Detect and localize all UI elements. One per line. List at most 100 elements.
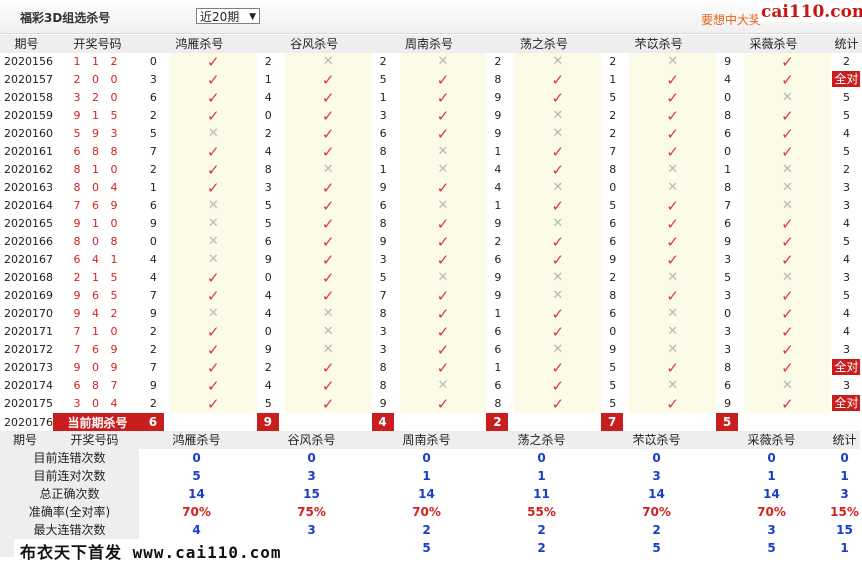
kill-number: 2 <box>379 55 387 68</box>
check-icon: ✓ <box>284 215 372 233</box>
current-kill-number: 5 <box>716 413 739 431</box>
kill-number: 8 <box>609 163 617 176</box>
kill-number-table: 期号 开奖号码 鸿雁杀号 谷风杀号 周南杀号 荡之杀号 芣苡杀号 采薇杀号 统计 2 0 2 0 1 5 6… <box>0 35 862 432</box>
check-icon: ✓ <box>744 107 831 125</box>
period-id: 2020159 <box>0 107 53 125</box>
kill-number: 5 <box>609 361 617 374</box>
kill-number: 7 <box>149 289 157 302</box>
cross-icon: ✕ <box>629 377 717 395</box>
brand-logo[interactable]: cai110.com <box>758 2 862 22</box>
stat-value: 1 <box>422 469 431 483</box>
promo-link[interactable]: 要想中大奖 <box>701 11 761 28</box>
stat-value: 4 <box>192 523 201 537</box>
column-header: 谷风杀号 <box>254 431 369 449</box>
check-icon: ✓ <box>169 341 257 359</box>
kill-number: 4 <box>494 163 502 176</box>
kill-number: 6 <box>724 127 732 140</box>
kill-number: 1 <box>379 163 387 176</box>
kill-number: 7 <box>609 145 617 158</box>
stat-label: 目前连错次数 <box>0 449 139 467</box>
kill-number: 2 <box>609 55 617 68</box>
check-icon: ✓ <box>399 125 487 143</box>
column-header: 统计 <box>829 431 860 449</box>
kill-number: 6 <box>379 127 387 140</box>
row-total: 3 <box>842 181 850 194</box>
kill-number: 9 <box>264 253 272 266</box>
cross-icon: ✕ <box>169 197 257 215</box>
cross-icon: ✕ <box>514 215 602 233</box>
period-id: 2020157 <box>0 71 53 89</box>
kill-number: 9 <box>379 181 387 194</box>
check-icon: ✓ <box>399 71 487 89</box>
kill-number: 4 <box>264 289 272 302</box>
stats-header-row: 期号 开奖号码 鸿雁杀号 谷风杀号 周南杀号 荡之杀号 芣苡杀号 采薇杀号 统计 <box>0 431 860 449</box>
spacer <box>514 413 601 432</box>
stat-value: 1 <box>537 469 546 483</box>
table-row: 2020165 9 1 0 9 ✕ 5 ✓ 8 ✓ 9 ✕ 6 ✓ 6 ✓ 4 <box>0 215 862 233</box>
check-icon: ✓ <box>284 359 372 377</box>
stat-value: 3 <box>767 523 776 537</box>
check-icon: ✓ <box>514 143 602 161</box>
check-icon: ✓ <box>514 359 602 377</box>
row-total: 4 <box>842 307 850 320</box>
kill-number: 9 <box>724 397 732 410</box>
table-header-row: 期号 开奖号码 鸿雁杀号 谷风杀号 周南杀号 荡之杀号 芣苡杀号 采薇杀号 统计 <box>0 35 862 53</box>
stat-value: 3 <box>652 469 661 483</box>
check-icon: ✓ <box>629 125 717 143</box>
cross-icon: ✕ <box>399 143 487 161</box>
row-total: 5 <box>842 289 850 302</box>
cross-icon: ✕ <box>169 305 257 323</box>
kill-number: 6 <box>609 307 617 320</box>
draw-numbers: 7 6 9 <box>73 199 122 212</box>
column-header: 开奖号码 <box>50 431 139 449</box>
row-total: 3 <box>842 379 850 392</box>
row-total: 4 <box>842 127 850 140</box>
current-kill-cell: 7 <box>601 413 629 432</box>
spacer <box>400 413 487 432</box>
kill-number: 0 <box>724 307 732 320</box>
kill-number: 6 <box>379 199 387 212</box>
check-icon: ✓ <box>169 107 257 125</box>
cross-icon: ✕ <box>399 269 487 287</box>
kill-number: 5 <box>264 397 272 410</box>
kill-number: 0 <box>264 325 272 338</box>
table-row: 2020172 7 6 9 2 ✓ 9 ✕ 3 ✓ 6 ✕ 9 ✕ 3 ✓ 3 <box>0 341 862 359</box>
kill-number: 8 <box>379 307 387 320</box>
kill-number: 9 <box>609 253 617 266</box>
kill-number: 6 <box>609 217 617 230</box>
kill-number: 2 <box>264 55 272 68</box>
kill-number: 8 <box>724 109 732 122</box>
check-icon: ✓ <box>629 143 717 161</box>
kill-number: 3 <box>379 109 387 122</box>
kill-number: 4 <box>149 271 157 284</box>
stat-value: 14 <box>763 487 780 501</box>
check-icon: ✓ <box>284 179 372 197</box>
draw-numbers: 6 8 7 <box>73 379 122 392</box>
table-row: 2020159 9 1 5 2 ✓ 0 ✓ 3 ✓ 9 ✕ 2 ✓ 8 ✓ 5 <box>0 107 862 125</box>
check-icon: ✓ <box>629 71 717 89</box>
column-header: 统计 <box>830 35 862 53</box>
stat-value: 55% <box>527 505 556 519</box>
spacer <box>744 413 831 432</box>
row-total: 5 <box>842 235 850 248</box>
cross-icon: ✕ <box>629 305 717 323</box>
stat-label: 最大连错次数 <box>0 521 139 539</box>
check-icon: ✓ <box>744 233 831 251</box>
kill-number: 9 <box>494 271 502 284</box>
check-icon: ✓ <box>744 215 831 233</box>
stat-value: 70% <box>412 505 441 519</box>
check-icon: ✓ <box>284 143 372 161</box>
cross-icon: ✕ <box>284 341 372 359</box>
period-select[interactable]: 近20期 ▼ <box>196 8 260 24</box>
check-icon: ✓ <box>284 197 372 215</box>
current-kill-number: 6 <box>141 413 164 431</box>
kill-number: 8 <box>494 397 502 410</box>
current-kill-cell: 2 <box>486 413 514 432</box>
kill-number: 3 <box>264 181 272 194</box>
row-total: 2 <box>842 163 850 176</box>
kill-number: 0 <box>724 145 732 158</box>
stat-value: 14 <box>418 487 435 501</box>
kill-number: 8 <box>379 379 387 392</box>
stat-value: 15% <box>830 505 859 519</box>
stat-value: 0 <box>840 451 849 465</box>
